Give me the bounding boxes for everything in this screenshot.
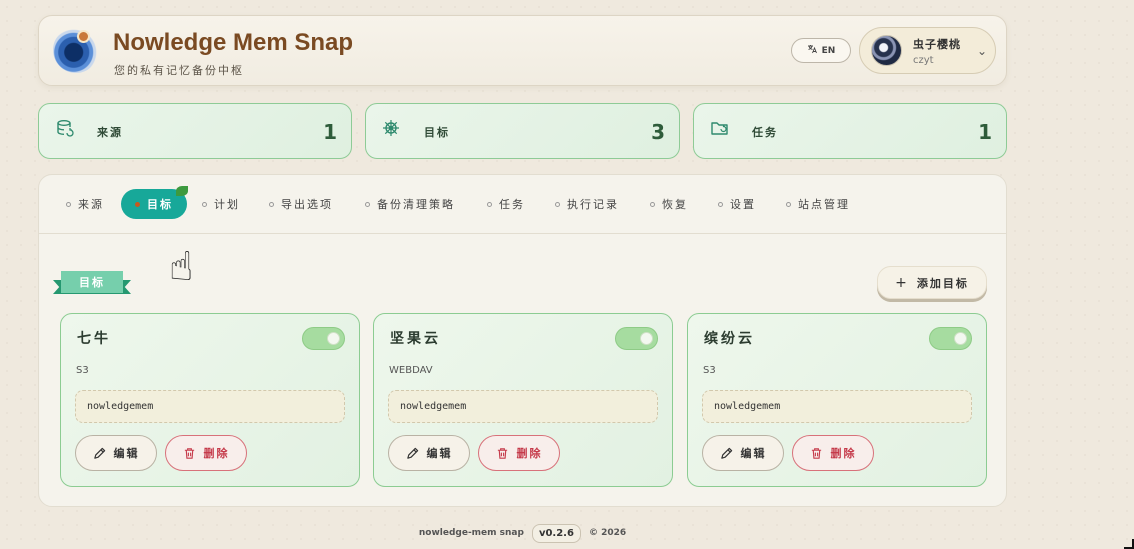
enabled-toggle[interactable] — [615, 327, 658, 350]
app-logo — [53, 27, 99, 73]
footer: nowledge-mem snap v0.2.6 © 2026 — [0, 522, 1045, 544]
stat-value: 1 — [323, 120, 337, 144]
target-type: S3 — [703, 365, 716, 376]
target-name: 坚果云 — [390, 331, 441, 347]
chevron-down-icon: ⌄ — [977, 44, 988, 58]
target-bucket: nowledgemem — [75, 390, 345, 423]
footer-app-name: nowledge-mem snap — [418, 528, 524, 538]
leaf-icon — [176, 186, 188, 196]
add-target-label: 添加目标 — [916, 276, 969, 290]
stat-label: 来源 — [97, 126, 123, 139]
tab-bar: 来源 目标 计划 导出选项 备份清理策略 任务 执行记录 恢复 设置 站点管理 — [39, 175, 1006, 234]
stat-card-sources[interactable]: 来源 1 — [38, 103, 352, 159]
stat-card-targets[interactable]: 目标 3 — [365, 103, 680, 159]
avatar — [871, 35, 902, 66]
pencil-icon — [93, 447, 105, 459]
translate-icon — [807, 44, 817, 57]
edit-button[interactable]: 编辑 — [388, 435, 470, 471]
add-target-button[interactable]: + 添加目标 — [877, 266, 987, 299]
stat-card-tasks[interactable]: 任务 1 — [693, 103, 1007, 159]
language-toggle-button[interactable]: EN — [791, 38, 851, 63]
tab-tasks[interactable]: 任务 — [487, 189, 525, 219]
target-bucket: nowledgemem — [388, 390, 658, 423]
plus-icon: + — [895, 274, 909, 291]
tab-schedule[interactable]: 计划 — [202, 189, 240, 219]
folder-sync-icon — [710, 119, 730, 139]
section-title: 目标 — [61, 271, 123, 293]
tab-run-history[interactable]: 执行记录 — [555, 189, 619, 219]
tab-cleanup-policy[interactable]: 备份清理策略 — [365, 189, 455, 219]
trash-icon — [811, 447, 821, 459]
user-id: czyt — [913, 55, 934, 66]
tab-export-options[interactable]: 导出选项 — [269, 189, 333, 219]
user-menu[interactable]: 虫子樱桃 czyt ⌄ — [859, 27, 996, 74]
section-ribbon: 目标 — [53, 271, 131, 299]
target-name: 七牛 — [77, 331, 111, 347]
version-badge: v0.2.6 — [531, 523, 581, 543]
target-card: 坚果云 WEBDAV nowledgemem 编辑 删除 — [373, 313, 673, 487]
target-type: WEBDAV — [389, 365, 433, 376]
stat-label: 目标 — [424, 126, 450, 139]
pencil-icon — [406, 447, 418, 459]
resize-corner-icon — [1124, 539, 1134, 549]
language-label: EN — [821, 45, 836, 56]
target-card: 缤纷云 S3 nowledgemem 编辑 删除 — [687, 313, 987, 487]
main-panel: 来源 目标 计划 导出选项 备份清理策略 任务 执行记录 恢复 设置 站点管理 … — [38, 174, 1007, 507]
target-type: S3 — [76, 365, 89, 376]
database-icon — [55, 119, 75, 139]
edit-button[interactable]: 编辑 — [75, 435, 157, 471]
stat-label: 任务 — [752, 126, 778, 139]
app-subtitle: 您的私有记忆备份中枢 — [114, 64, 244, 77]
tab-site-management[interactable]: 站点管理 — [786, 189, 850, 219]
footer-copyright: © 2026 — [588, 528, 627, 538]
helm-icon — [382, 119, 402, 139]
enabled-toggle[interactable] — [929, 327, 972, 350]
target-card: 七牛 S3 nowledgemem 编辑 删除 — [60, 313, 360, 487]
app-title: Nowledge Mem Snap — [113, 29, 354, 56]
stat-value: 1 — [978, 120, 992, 144]
trash-icon — [497, 447, 507, 459]
tab-sources[interactable]: 来源 — [66, 189, 104, 219]
stat-value: 3 — [651, 120, 665, 144]
delete-button[interactable]: 删除 — [478, 435, 560, 471]
pencil-icon — [720, 447, 732, 459]
app-header: Nowledge Mem Snap 您的私有记忆备份中枢 EN 虫子樱桃 czy… — [38, 15, 1007, 86]
target-name: 缤纷云 — [704, 331, 755, 347]
delete-button[interactable]: 删除 — [792, 435, 874, 471]
delete-button[interactable]: 删除 — [165, 435, 247, 471]
edit-button[interactable]: 编辑 — [702, 435, 784, 471]
enabled-toggle[interactable] — [302, 327, 345, 350]
target-bucket: nowledgemem — [702, 390, 972, 423]
hand-pointer-icon: ☝ — [169, 244, 194, 290]
tab-settings[interactable]: 设置 — [718, 189, 756, 219]
trash-icon — [184, 447, 194, 459]
tab-restore[interactable]: 恢复 — [650, 189, 688, 219]
user-name: 虫子樱桃 — [913, 38, 961, 51]
